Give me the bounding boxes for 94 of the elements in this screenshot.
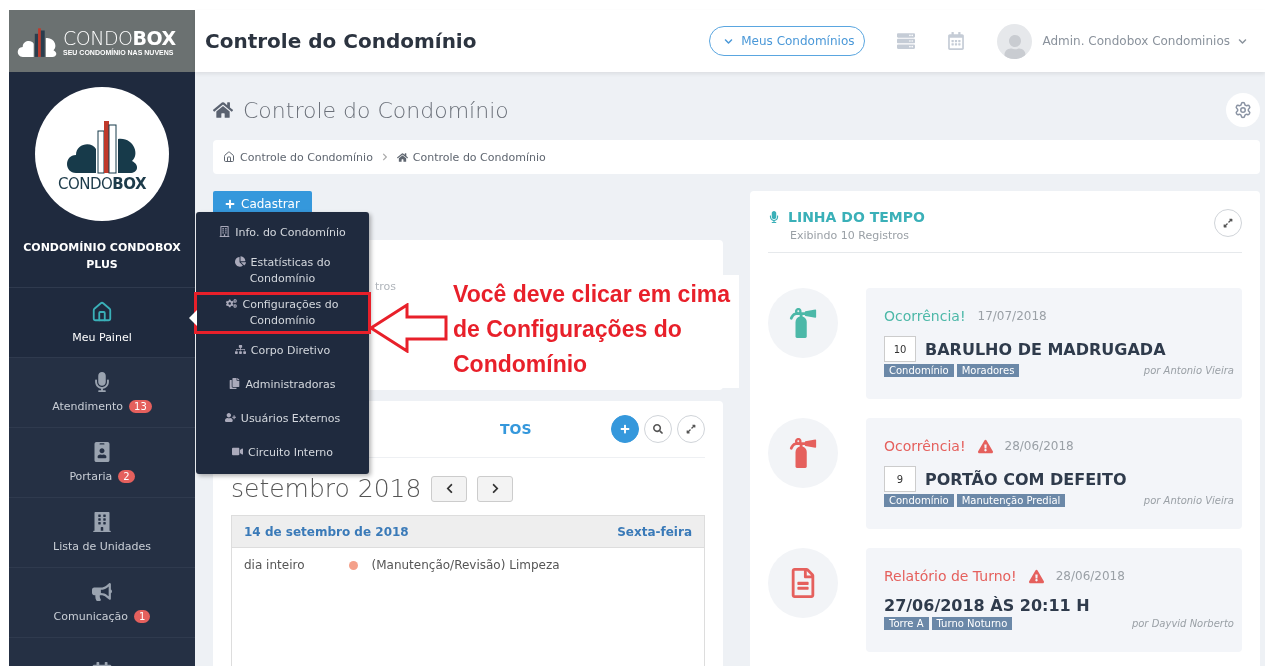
count-badge: 13 [129, 400, 152, 413]
house-icon [91, 301, 113, 323]
settings-button[interactable] [1226, 93, 1260, 127]
calendar-icon[interactable] [947, 32, 966, 50]
sidebar-label: Lista de Unidades [53, 540, 151, 553]
search-icon [653, 424, 663, 434]
weekday: Sexta-feira [617, 524, 692, 539]
entry-heading: PORTÃO COM DEFEITO [925, 469, 1127, 489]
sidebar-item[interactable]: Comunicação 1 [9, 567, 195, 637]
menu-item[interactable]: Circuito Interno [194, 436, 371, 470]
menu-item[interactable]: Administradoras [194, 368, 371, 402]
fire-extinguisher-icon [788, 308, 818, 338]
event-time: dia inteiro [244, 558, 305, 572]
expand-icon [686, 424, 696, 434]
home-icon [396, 151, 408, 163]
day-date: 14 de setembro de 2018 [244, 524, 409, 539]
entry-heading: 27/06/2018 ÀS 20:11 H [884, 596, 1090, 615]
id-badge-icon [92, 442, 112, 462]
tag: Turno Noturno [931, 617, 1013, 630]
logo-text: CONDOBOX [63, 26, 176, 49]
menu-pointer [189, 310, 197, 326]
tag: Torre A [884, 617, 929, 630]
condo-name: CONDOMÍNIO CONDOBOX PLUS [22, 240, 182, 273]
entry-author: por Antonio Vieira [1143, 495, 1234, 506]
tag: Condomínio [884, 364, 954, 377]
entry-number: 10 [884, 336, 916, 362]
sidebar-label: Atendimento [52, 400, 124, 413]
menu-icon [224, 412, 236, 423]
app-title: Controle do Condomínio [205, 29, 478, 53]
add-event-button[interactable] [611, 415, 639, 443]
menu-icon [226, 298, 238, 309]
building-icon [92, 512, 112, 532]
entry-type: Ocorrência! [884, 308, 966, 324]
chevron-down-icon [724, 36, 734, 46]
sidebar-label: Portaria [69, 470, 113, 483]
breadcrumb-link[interactable]: Controle do Condomínio [223, 150, 373, 164]
menu-item[interactable]: Info. do Condomínio [194, 216, 371, 250]
entry-author: por Antonio Vieira [1143, 365, 1234, 376]
menu-item[interactable]: Configurações do Condomínio [194, 292, 371, 334]
menu-item[interactable]: Corpo Diretivo [194, 334, 371, 368]
plus-icon [225, 199, 235, 209]
page-title: Controle do Condomínio [243, 97, 509, 123]
server-icon[interactable] [897, 32, 916, 50]
entry-author: por Dayvid Norberto [1131, 618, 1234, 629]
chevron-icon [380, 153, 389, 161]
home-icon [213, 100, 233, 120]
entry-number: 9 [884, 466, 916, 492]
microphone-icon [768, 211, 780, 223]
fire-extinguisher-icon [788, 438, 818, 468]
count-badge: 1 [134, 610, 151, 623]
menu-icon [234, 344, 246, 355]
sidebar-label: Meu Painel [72, 331, 132, 344]
plus-icon [620, 424, 630, 434]
menu-item[interactable]: Estatísticas do Condomínio [194, 250, 371, 292]
sidebar-item[interactable]: Lista de Unidades [9, 497, 195, 567]
partial-text: tros [375, 280, 397, 293]
month-title: setembro 2018 [231, 474, 422, 503]
microphone-icon [92, 372, 112, 392]
breadcrumb-link[interactable]: Controle do Condomínio [396, 150, 546, 164]
menu-item[interactable]: Usuários Externos [194, 402, 371, 436]
tag: Manutenção Predial [956, 494, 1066, 507]
avatar-silhouette [997, 23, 1033, 59]
settings-icon [1234, 101, 1252, 119]
tag: Condomínio [884, 494, 954, 507]
entry-heading: BARULHO DE MADRUGADA [925, 339, 1166, 359]
entry-date: 28/06/2018 [1055, 569, 1125, 583]
next-button[interactable] [477, 475, 514, 502]
menu-icon [229, 378, 241, 389]
timeline-subtitle: Exibindo 10 Registros [789, 229, 910, 242]
sidebar-item[interactable]: Atendimento 13 [9, 357, 195, 427]
calendar-title: TOS [500, 421, 532, 437]
previous-button[interactable] [431, 475, 468, 502]
entry-type: Ocorrência! [884, 438, 966, 454]
sidebar-item[interactable]: Portaria 2 [9, 427, 195, 497]
entry-date: 28/06/2018 [1004, 439, 1074, 453]
expand-icon [1223, 218, 1233, 228]
house-icon [223, 151, 235, 163]
expand-button[interactable] [677, 415, 705, 443]
entry-type: Relatório de Turno! [884, 568, 1017, 584]
menu-icon [219, 226, 231, 237]
event-title[interactable]: (Manutenção/Revisão) Limpeza [371, 558, 560, 572]
arrow-icon [369, 303, 449, 353]
search-button[interactable] [644, 415, 672, 443]
logo-text: CONDOBOX [57, 175, 147, 193]
count-badge: 2 [118, 470, 135, 483]
expand-button[interactable] [1214, 209, 1242, 237]
menu-icon [234, 256, 246, 267]
menu-icon [232, 446, 243, 457]
entry-date: 17/07/2018 [977, 309, 1047, 323]
sidebar-label: Comunicação [53, 610, 129, 623]
tag: Moradores [956, 364, 1020, 377]
timeline-title: LINHA DO TEMPO [788, 209, 925, 225]
chevron-down-icon [1238, 36, 1247, 46]
megaphone-icon [92, 582, 112, 602]
